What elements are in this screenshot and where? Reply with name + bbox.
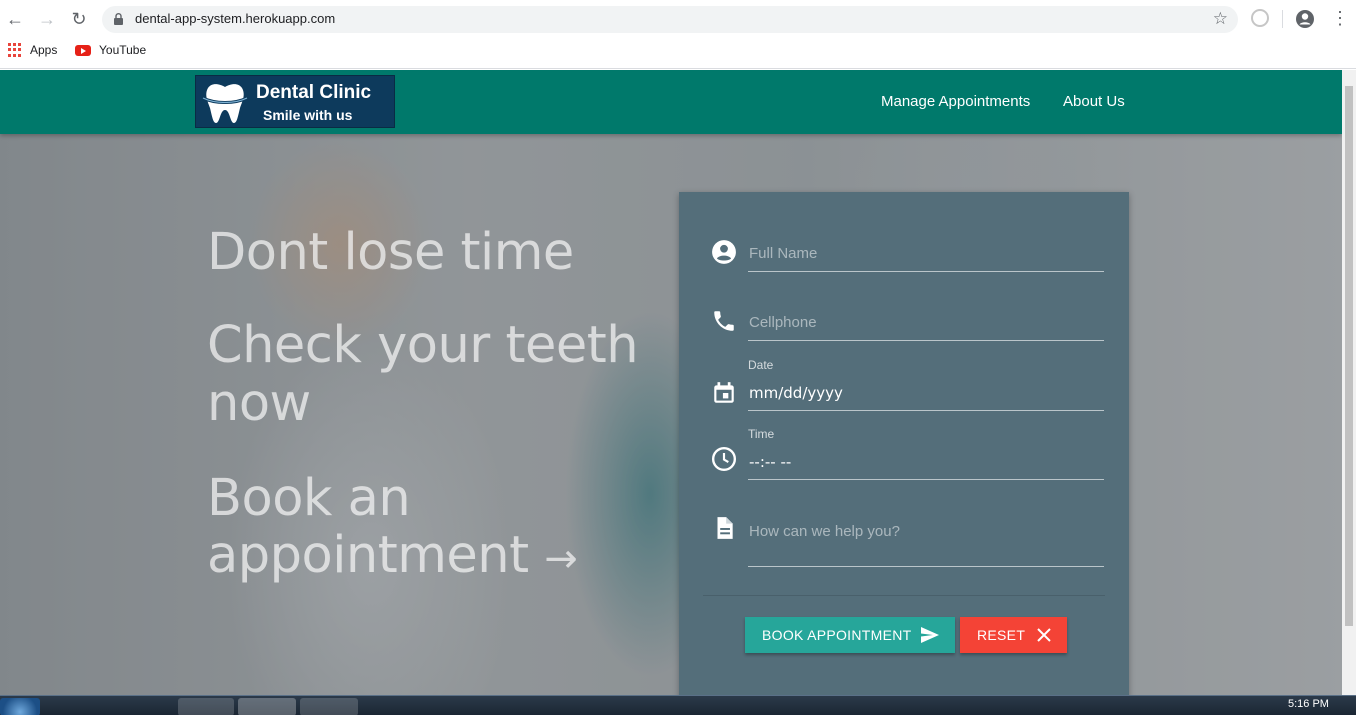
book-appointment-button[interactable]: BOOK APPOINTMENT: [745, 617, 955, 653]
scrollbar-thumb[interactable]: [1345, 86, 1353, 626]
message-textarea[interactable]: How can we help you?: [748, 514, 1104, 567]
taskbar-explorer-icon[interactable]: [178, 698, 234, 715]
time-input[interactable]: --:-- --: [748, 444, 1104, 480]
headline-appointment: appointment: [207, 526, 529, 585]
os-taskbar: 5:16 PM: [0, 695, 1356, 715]
url-text: dental-app-system.herokuapp.com: [135, 11, 336, 26]
reload-icon[interactable]: ↻: [69, 9, 89, 29]
bookmarks-bar: Apps YouTube: [0, 38, 1356, 69]
time-value: --:-- --: [749, 453, 792, 471]
site-logo[interactable]: Dental Clinic Smile with us: [195, 75, 395, 128]
reset-button[interactable]: RESET: [960, 617, 1067, 653]
hero-overlay: [0, 134, 1342, 695]
reset-label: RESET: [977, 627, 1026, 643]
start-button[interactable]: [0, 698, 40, 715]
page-viewport: Dental Clinic Smile with us Manage Appoi…: [0, 70, 1342, 695]
logo-title: Dental Clinic: [256, 82, 372, 103]
taskbar-chrome-icon[interactable]: [238, 698, 296, 715]
page-scrollbar[interactable]: [1342, 70, 1356, 695]
form-divider: [703, 595, 1105, 596]
cellphone-input[interactable]: Cellphone: [748, 305, 1104, 341]
headline-check-teeth: Check your teeth: [207, 316, 639, 375]
bookmark-youtube-label: YouTube: [99, 43, 147, 57]
date-value: mm/dd/yyyy: [749, 384, 843, 402]
taskbar-ie-icon[interactable]: [64, 698, 100, 715]
logo-subtitle: Smile with us: [263, 107, 353, 123]
toolbar-separator: [1282, 10, 1283, 28]
site-navbar: Dental Clinic Smile with us Manage Appoi…: [0, 70, 1342, 134]
extension-icon[interactable]: [1251, 9, 1269, 27]
book-appointment-label: BOOK APPOINTMENT: [762, 627, 912, 643]
taskbar-app-icon[interactable]: [300, 698, 358, 715]
lock-icon: [114, 13, 123, 25]
menu-kebab-icon[interactable]: ⋮: [1331, 8, 1349, 28]
apps-grid-icon: [8, 43, 22, 57]
clock-icon: [711, 446, 737, 472]
appointment-form-card: Full Name Cellphone Date mm/dd/yyyy Time…: [679, 192, 1129, 695]
full-name-placeholder: Full Name: [749, 245, 818, 262]
headline-book-an: Book an: [207, 469, 411, 528]
phone-icon: [714, 311, 734, 331]
bookmark-star-icon[interactable]: ☆: [1213, 9, 1228, 29]
hero-background-image: [0, 134, 1342, 695]
calendar-icon: [714, 382, 734, 403]
youtube-icon: [75, 44, 91, 56]
headline-dont-lose-time: Dont lose time: [207, 223, 574, 282]
nav-manage-appointments[interactable]: Manage Appointments: [881, 93, 1030, 110]
description-icon: [717, 517, 733, 539]
close-icon: [1037, 628, 1051, 642]
message-placeholder: How can we help you?: [749, 523, 900, 540]
forward-icon[interactable]: →: [37, 9, 57, 29]
send-icon: [921, 627, 939, 643]
bookmark-youtube[interactable]: YouTube: [75, 43, 146, 57]
profile-icon[interactable]: [1295, 9, 1315, 29]
address-bar[interactable]: dental-app-system.herokuapp.com ☆: [102, 6, 1238, 33]
nav-about-us[interactable]: About Us: [1063, 93, 1125, 110]
date-label: Date: [748, 358, 774, 372]
full-name-input[interactable]: Full Name: [748, 236, 1104, 272]
date-input[interactable]: mm/dd/yyyy: [748, 375, 1104, 411]
taskbar-media-icon[interactable]: [122, 698, 162, 715]
book-appointment-link[interactable]: appointment →: [207, 526, 578, 588]
headline-now: now: [207, 374, 311, 433]
cellphone-placeholder: Cellphone: [749, 314, 817, 331]
browser-toolbar: ← → ↻ dental-app-system.herokuapp.com ☆ …: [0, 0, 1356, 38]
bookmark-apps-label: Apps: [30, 43, 58, 57]
arrow-right-icon: →: [544, 536, 578, 582]
taskbar-clock: 5:16 PM: [1288, 698, 1329, 710]
bookmark-apps[interactable]: Apps: [8, 43, 57, 57]
tooth-icon: [202, 84, 248, 123]
account-circle-icon: [712, 240, 736, 264]
time-label: Time: [748, 427, 775, 441]
back-icon[interactable]: ←: [5, 9, 25, 29]
